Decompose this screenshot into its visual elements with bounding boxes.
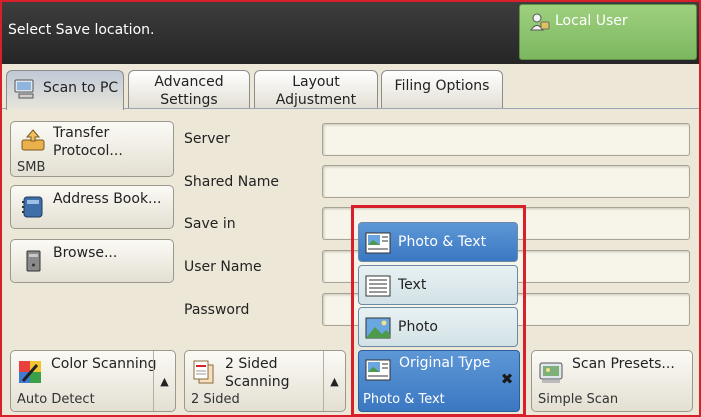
photo-text-icon <box>365 359 391 381</box>
close-icon[interactable]: ✖ <box>499 371 515 387</box>
photo-text-icon <box>365 232 391 254</box>
tab-label: Advanced Settings <box>154 74 224 108</box>
tab-filing-options[interactable]: Filing Options <box>381 70 503 110</box>
local-user-label: Local User <box>555 13 628 29</box>
two-sided-scanning-value: 2 Sided <box>191 392 240 407</box>
option-label: Photo <box>398 319 438 335</box>
scan-presets-icon <box>539 362 563 383</box>
tab-layout-adjustment[interactable]: Layout Adjustment <box>254 70 378 110</box>
computer-icon <box>14 79 34 99</box>
option-label: Photo & Text <box>398 234 487 250</box>
address-book-button[interactable]: Address Book... <box>10 185 174 229</box>
browse-label: Browse... <box>53 245 118 261</box>
browse-computer-icon <box>26 250 41 272</box>
server-field[interactable] <box>322 123 690 156</box>
transfer-protocol-value: SMB <box>17 160 46 175</box>
scan-presets-button[interactable]: Scan Presets... Simple Scan <box>531 350 693 412</box>
color-scanning-value: Auto Detect <box>17 392 95 407</box>
server-label: Server <box>184 131 230 147</box>
address-book-icon <box>22 196 43 218</box>
local-user-button[interactable]: Local User <box>519 4 697 60</box>
scan-presets-label: Scan Presets... <box>572 356 675 372</box>
scan-to-pc-screen: Select Save location. Local User Scan to… <box>0 0 701 417</box>
color-scanning-up-arrow-icon[interactable]: ▲ <box>153 351 175 411</box>
text-page-icon <box>365 275 391 297</box>
color-palette-icon <box>19 361 41 383</box>
instruction-prompt: Select Save location. <box>8 22 155 38</box>
original-type-button[interactable]: Original Type Photo & Text ✖ <box>358 350 520 412</box>
tab-bar: Scan to PC Advanced Settings Layout Adju… <box>2 64 699 110</box>
tab-label: Scan to PC <box>43 80 119 96</box>
browse-button[interactable]: Browse... <box>10 239 174 283</box>
photo-icon <box>365 317 391 339</box>
save-in-label: Save in <box>184 216 236 232</box>
shared-name-field[interactable] <box>322 165 690 198</box>
transfer-protocol-button[interactable]: Transfer Protocol... SMB <box>10 121 174 177</box>
transfer-protocol-label: Transfer Protocol... <box>53 125 123 159</box>
scan-presets-value: Simple Scan <box>538 392 619 407</box>
color-scanning-button[interactable]: Color Scanning Auto Detect ▲ <box>10 350 176 412</box>
two-sided-page-icon <box>193 360 214 384</box>
original-type-value: Photo & Text <box>363 392 445 407</box>
tab-label: Layout Adjustment <box>275 74 357 108</box>
original-type-option-text[interactable]: Text <box>358 265 518 305</box>
tab-scan-to-pc[interactable]: Scan to PC <box>6 70 124 110</box>
user-lock-icon <box>530 13 550 31</box>
tab-advanced-settings[interactable]: Advanced Settings <box>128 70 250 110</box>
two-sided-scanning-button[interactable]: 2 Sided Scanning 2 Sided ▲ <box>184 350 346 412</box>
header-bar: Select Save location. Local User <box>2 2 699 64</box>
original-type-option-photo-text[interactable]: Photo & Text <box>358 222 518 262</box>
original-type-option-photo[interactable]: Photo <box>358 307 518 347</box>
option-label: Text <box>398 277 427 293</box>
user-name-label: User Name <box>184 259 262 275</box>
two-sided-up-arrow-icon[interactable]: ▲ <box>323 351 345 411</box>
transfer-protocol-icon <box>21 129 45 151</box>
original-type-label: Original Type <box>399 355 491 371</box>
address-book-label: Address Book... <box>53 191 162 207</box>
shared-name-label: Shared Name <box>184 174 280 190</box>
color-scanning-label: Color Scanning <box>51 356 157 372</box>
password-label: Password <box>184 302 250 318</box>
tab-label: Filing Options <box>394 78 490 94</box>
